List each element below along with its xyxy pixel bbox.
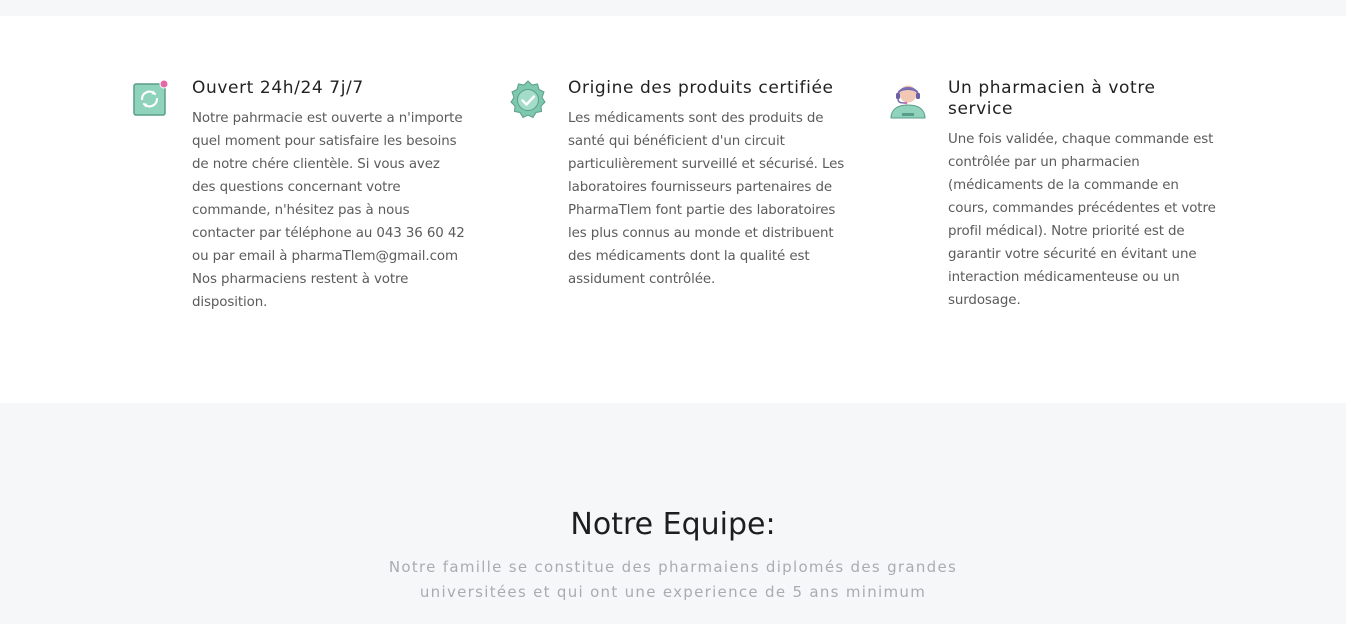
pharmacist-support-icon — [888, 80, 926, 119]
refresh-clock-icon — [132, 79, 170, 118]
feature-body: Ouvert 24h/24 7j/7 Notre pahrmacie est o… — [192, 78, 467, 314]
feature-text: Une fois validée, chaque commande est co… — [948, 132, 1216, 308]
feature-body: Origine des produits certifiée Les médic… — [568, 78, 848, 291]
certified-badge-icon — [508, 80, 546, 119]
feature-title: Origine des produits certifiée — [568, 78, 834, 98]
features-section: Ouvert 24h/24 7j/7 Notre pahrmacie est o… — [0, 16, 1346, 403]
team-section: Notre Equipe: Notre famille se constitue… — [0, 403, 1346, 624]
top-band — [0, 0, 1346, 16]
feature-title: Ouvert 24h/24 7j/7 — [192, 78, 364, 98]
feature-body: Un pharmacien à votre service Une fois v… — [948, 78, 1223, 312]
feature-title: Un pharmacien à votre service — [948, 78, 1156, 119]
team-subtitle: Notre famille se constitue des pharmaien… — [388, 558, 958, 601]
feature-text: Les médicaments sont des produits de san… — [568, 111, 845, 287]
team-title: Notre Equipe: — [570, 507, 776, 542]
feature-text: Notre pahrmacie est ouverte a n'importe … — [192, 111, 465, 310]
